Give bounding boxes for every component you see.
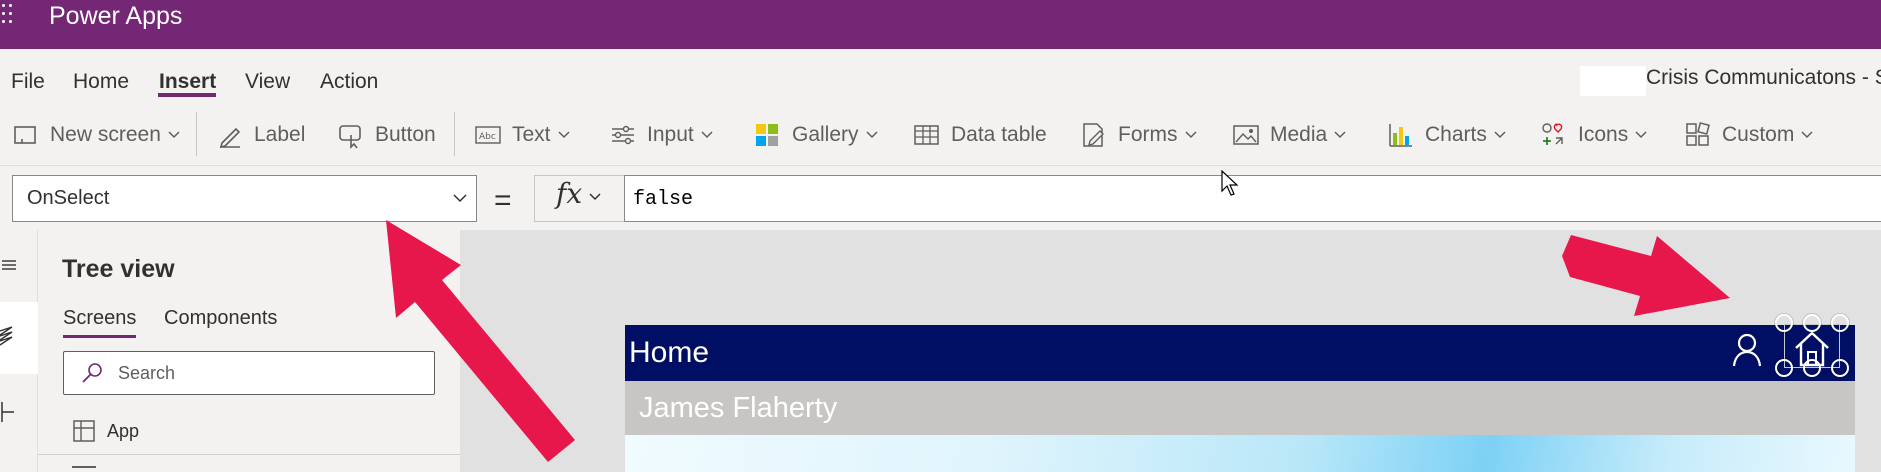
media-label: Media [1270, 123, 1328, 146]
resize-handle[interactable] [1803, 359, 1821, 377]
layers-icon[interactable] [0, 325, 16, 347]
menu-tab-file[interactable]: File [11, 70, 45, 94]
icons-icon [1542, 123, 1563, 145]
icons-label: Icons [1578, 123, 1629, 146]
tree-view-title: Tree view [62, 255, 175, 283]
input-button[interactable]: Input [609, 104, 724, 166]
gallery-button[interactable]: Gallery [754, 104, 889, 166]
tree-item-icon [72, 466, 96, 472]
active-tab-indicator [158, 93, 216, 97]
data-table-button[interactable]: Data table [913, 104, 1047, 166]
resize-handle[interactable] [1831, 314, 1849, 332]
chevron-down-icon [1334, 131, 1346, 139]
search-placeholder: Search [118, 363, 176, 383]
resize-handle[interactable] [1803, 314, 1821, 332]
tab-screens[interactable]: Screens [63, 307, 136, 330]
label-button[interactable]: Label [216, 104, 305, 166]
chevron-down-icon [1635, 131, 1647, 139]
search-icon [82, 363, 102, 383]
button-button[interactable]: Button [337, 104, 436, 166]
media-icon [1233, 125, 1259, 145]
chevron-down-icon [453, 194, 467, 203]
label-icon [219, 127, 241, 149]
app-title: Power Apps [49, 2, 183, 30]
screen-header-title[interactable]: Home [629, 336, 709, 370]
user-badge [1580, 66, 1646, 96]
custom-label: Custom [1722, 123, 1795, 146]
menu-tab-action[interactable]: Action [320, 70, 378, 94]
text-button[interactable]: Abc Text [474, 104, 581, 166]
custom-button[interactable]: Custom [1684, 104, 1824, 166]
resize-handle[interactable] [1775, 314, 1793, 332]
title-bar: Power Apps [0, 0, 1881, 49]
text-label: Text [512, 123, 551, 146]
forms-icon [1083, 123, 1104, 147]
resize-handle[interactable] [1831, 359, 1849, 377]
input-label: Input [647, 123, 694, 146]
fx-icon: fx [556, 177, 583, 210]
menu-tab-home[interactable]: Home [73, 70, 129, 94]
svg-text:Abc: Abc [479, 132, 496, 142]
chevron-down-icon [1184, 131, 1197, 139]
document-title: Crisis Communicatons - S [1646, 66, 1881, 89]
screen-header [625, 325, 1855, 381]
chevron-down-icon [701, 131, 713, 139]
charts-label: Charts [1425, 123, 1487, 146]
tree-item-app[interactable]: App [107, 421, 139, 442]
chevron-down-icon [1801, 131, 1813, 139]
new-screen-button[interactable]: New screen [12, 104, 191, 166]
tab-components[interactable]: Components [164, 307, 277, 330]
equals-sign: = [494, 184, 512, 217]
button-label: Button [375, 123, 436, 146]
text-icon: Abc [475, 126, 501, 144]
charts-icon [1389, 124, 1412, 147]
new-screen-label: New screen [50, 123, 161, 146]
menu-tab-insert[interactable]: Insert [159, 70, 216, 94]
new-screen-icon [14, 126, 36, 144]
chevron-down-icon [557, 131, 570, 139]
chevron-down-icon [589, 193, 601, 201]
gallery-icon [756, 124, 778, 146]
person-icon[interactable] [1731, 332, 1763, 368]
button-icon [339, 125, 361, 149]
icons-button[interactable]: Icons [1540, 104, 1658, 166]
app-icon [73, 420, 95, 442]
data-table-icon [914, 125, 939, 145]
active-tab-indicator [63, 335, 136, 338]
hamburger-icon[interactable] [2, 258, 16, 272]
data-table-label: Data table [951, 123, 1047, 146]
label-label: Label [254, 123, 306, 146]
custom-icon [1686, 122, 1710, 146]
mouse-cursor-icon [1221, 170, 1239, 196]
user-name[interactable]: James Flaherty [639, 392, 837, 425]
resize-handle[interactable] [1775, 359, 1793, 377]
forms-label: Forms [1118, 123, 1178, 146]
tree-divider [38, 454, 460, 455]
forms-button[interactable]: Forms [1080, 104, 1208, 166]
chevron-down-icon [168, 131, 180, 139]
input-icon [612, 125, 634, 145]
chevron-down-icon [1494, 131, 1506, 139]
charts-button[interactable]: Charts [1387, 104, 1517, 166]
waffle-icon[interactable] [0, 2, 14, 28]
property-dropdown[interactable]: OnSelect [12, 175, 477, 222]
background-image [625, 435, 1855, 472]
formula-input[interactable]: false [624, 175, 1881, 222]
gallery-label: Gallery [792, 123, 859, 146]
menu-tab-view[interactable]: View [245, 70, 290, 94]
chevron-down-icon [866, 131, 878, 139]
media-button[interactable]: Media [1232, 104, 1357, 166]
add-icon[interactable] [0, 400, 14, 424]
